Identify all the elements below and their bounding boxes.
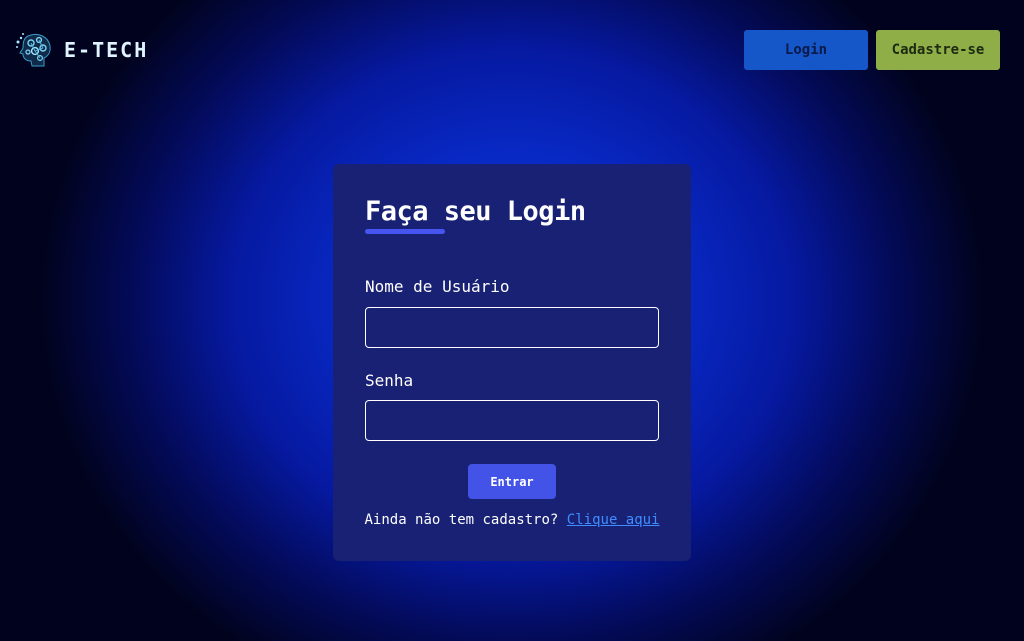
signup-prompt-row: Ainda não tem cadastro? Clique aqui [333, 512, 691, 528]
signup-prompt-text: Ainda não tem cadastro? [364, 512, 559, 528]
password-label: Senha [365, 371, 414, 390]
username-label: Nome de Usuário [365, 277, 510, 296]
title-underline [365, 229, 445, 234]
signup-button[interactable]: Cadastre-se [876, 30, 1000, 70]
brand-name: E-TECH [64, 38, 149, 62]
submit-button[interactable]: Entrar [468, 464, 556, 499]
login-card: Faça seu Login Nome de Usuário Senha Ent… [333, 164, 691, 561]
top-header: E-TECH Login Cadastre-se [0, 0, 1024, 100]
login-button[interactable]: Login [744, 30, 868, 70]
signup-link[interactable]: Clique aqui [567, 512, 660, 528]
password-input[interactable] [365, 400, 659, 441]
brand-logo[interactable]: E-TECH [14, 30, 148, 70]
username-input[interactable] [365, 307, 659, 348]
ai-head-circuit-icon [16, 33, 51, 67]
login-title: Faça seu Login [365, 196, 586, 227]
